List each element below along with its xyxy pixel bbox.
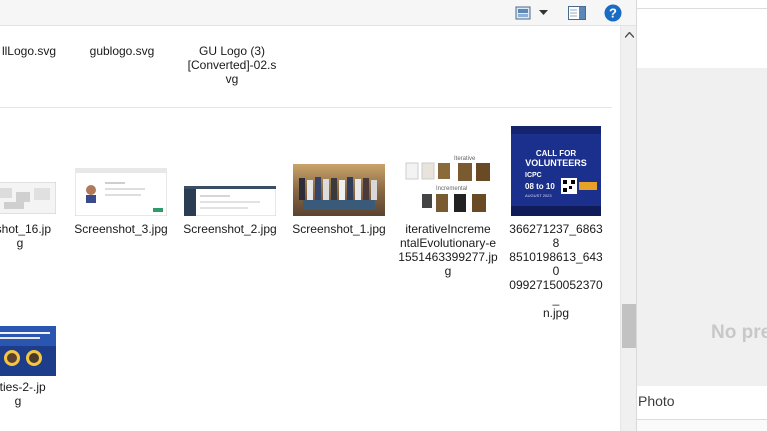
preview-pane: No preview available. Photo	[636, 0, 767, 431]
file-name: iterativeIncreme ntalEvolutionary-e 1551…	[398, 222, 498, 278]
svg-logo-thumbnail	[82, 26, 162, 42]
help-icon[interactable]: ?	[604, 3, 622, 23]
image-thumbnail	[293, 164, 385, 216]
image-thumbnail	[0, 326, 56, 376]
poster-line2: VOLUNTEERS	[525, 158, 587, 168]
view-options-icon[interactable]	[513, 3, 533, 23]
file-grid: llLogo.svg gublogo.svg GU Logo (3) [Conv…	[0, 26, 620, 431]
no-preview-text: No preview available.	[711, 322, 767, 343]
scroll-up-icon[interactable]	[621, 26, 637, 43]
view-toolbar: ?	[0, 0, 636, 26]
chevron-down-icon[interactable]	[537, 3, 549, 23]
poster-dates: 08 to 10	[525, 182, 555, 191]
image-thumbnail	[0, 182, 56, 214]
preview-pane-icon[interactable]	[567, 3, 587, 23]
poster-line3: ICPC	[525, 172, 542, 179]
group-divider	[0, 107, 612, 108]
poster-line1: CALL FOR	[536, 149, 577, 158]
file-name: Screenshot_3.jpg	[74, 222, 168, 236]
file-name: nshot_16.jp g	[0, 222, 52, 250]
vertical-scrollbar[interactable]	[620, 26, 636, 431]
scroll-thumb[interactable]	[622, 304, 636, 348]
preview-top-divider	[637, 8, 767, 9]
file-name: GU Logo (3) [Converted]-02.s vg	[187, 44, 277, 86]
poster-month: AUGUST 2023	[525, 193, 552, 198]
file-name: llLogo.svg	[1, 44, 57, 58]
file-name: Screenshot_2.jpg	[183, 222, 277, 236]
file-name: ulties-2-.jp g	[0, 380, 46, 408]
thumb-label-incremental: Incremental	[436, 186, 467, 192]
file-name: Screenshot_1.jpg	[292, 222, 386, 236]
preview-panel: No preview available.	[637, 68, 767, 386]
svg-logo-thumbnail	[190, 26, 274, 42]
svg-logo-thumbnail	[6, 26, 50, 42]
file-name: 366271237_68638 8510198613_6430 09927150…	[509, 222, 603, 320]
svg-text:?: ?	[609, 6, 617, 21]
preview-bottom-bar	[637, 419, 767, 431]
file-name: gublogo.svg	[89, 44, 155, 58]
image-thumbnail: CALL FOR VOLUNTEERS ICPC 08 to 10 AUGUST…	[511, 126, 601, 216]
image-thumbnail: Iterative Incremental	[402, 152, 494, 216]
thumb-label-iterative: Iterative	[454, 156, 476, 162]
photo-label: Photo	[638, 393, 675, 409]
image-thumbnail	[184, 186, 276, 216]
file-explorer-window: ? llLogo.svg gublogo.svg GU Logo (3) [Co…	[0, 0, 767, 431]
image-thumbnail	[75, 168, 167, 216]
